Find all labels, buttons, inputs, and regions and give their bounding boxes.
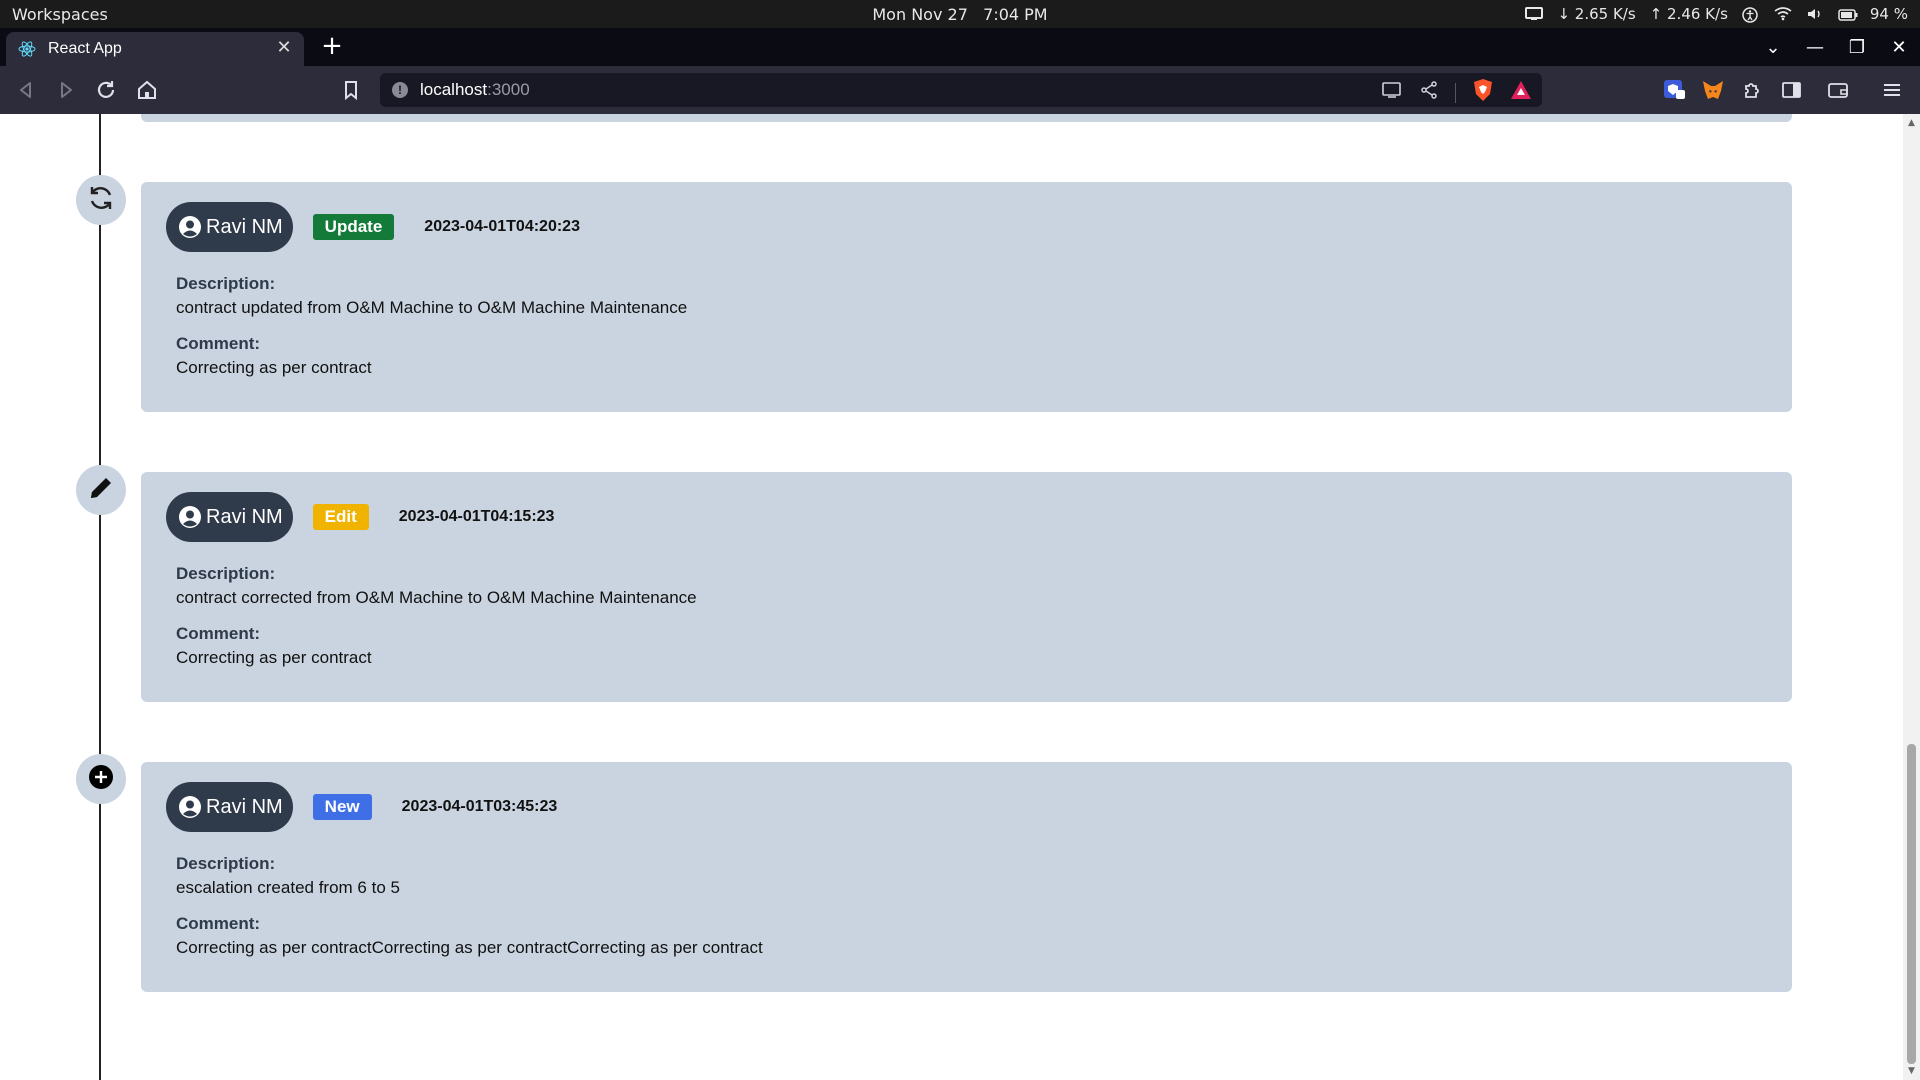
- window-controls: ⌄ — ❐ ✕: [1752, 28, 1920, 66]
- share-icon[interactable]: [1419, 80, 1439, 105]
- status-badge: Update: [312, 214, 395, 240]
- metamask-extension-icon[interactable]: [1701, 78, 1725, 102]
- user-name: Ravi NM: [206, 795, 283, 818]
- forward-icon[interactable]: [54, 78, 78, 102]
- net-up: ↑ 2.46 K/s: [1649, 5, 1728, 23]
- home-icon[interactable]: [135, 78, 159, 102]
- pencil-icon: [86, 473, 116, 507]
- timestamp: 2023-04-01T03:45:23: [401, 798, 558, 815]
- url-port: :3000: [487, 80, 530, 99]
- user-chip[interactable]: Ravi NM: [166, 782, 293, 832]
- refresh-icon: [86, 183, 116, 217]
- description-label: Description:: [176, 274, 276, 293]
- user-avatar-icon: [178, 215, 202, 239]
- tab-list-chevron-icon[interactable]: ⌄: [1752, 37, 1794, 58]
- battery-icon[interactable]: [1838, 7, 1858, 21]
- accessibility-icon[interactable]: [1742, 7, 1760, 23]
- description-text: escalation created from 6 to 5: [176, 878, 400, 897]
- status-badge: Edit: [312, 504, 369, 530]
- brave-rewards-icon[interactable]: [1510, 80, 1532, 105]
- user-chip[interactable]: Ravi NM: [166, 202, 293, 252]
- card-header: Ravi NM Update 2023-04-01T04:20:23: [166, 202, 580, 252]
- previous-timeline-card: [141, 114, 1792, 122]
- page-content: Ravi NM Update 2023-04-01T04:20:23 Descr…: [0, 114, 1903, 1080]
- user-chip[interactable]: Ravi NM: [166, 492, 293, 542]
- restore-window-icon[interactable]: ❐: [1836, 37, 1878, 58]
- tab-react-app[interactable]: React App ✕: [6, 32, 304, 66]
- address-bar[interactable]: ! localhost:3000: [380, 73, 1542, 107]
- net-down: ↓ 2.65 K/s: [1557, 5, 1636, 23]
- menu-hamburger-icon[interactable]: [1880, 78, 1904, 102]
- sidebar-toggle-icon[interactable]: [1780, 78, 1804, 102]
- volume-icon[interactable]: [1806, 7, 1824, 21]
- react-logo-icon: [18, 40, 36, 58]
- tab-strip: React App ✕ + ⌄ — ❐ ✕: [0, 28, 1920, 66]
- timeline-card: Ravi NM Edit 2023-04-01T04:15:23 Descrip…: [141, 472, 1792, 702]
- description-label: Description:: [176, 564, 276, 583]
- screen-share-icon[interactable]: [1525, 7, 1544, 21]
- timeline-line: [99, 114, 101, 1080]
- browser-toolbar: ! localhost:3000: [0, 66, 1920, 114]
- back-icon[interactable]: [14, 78, 38, 102]
- comment-text: Correcting as per contract: [176, 358, 372, 377]
- user-avatar-icon: [178, 505, 202, 529]
- system-tray: ↓ 2.65 K/s ↑ 2.46 K/s 94 %: [1525, 5, 1908, 23]
- site-info-icon[interactable]: !: [392, 82, 408, 98]
- description-text: contract corrected from O&M Machine to O…: [176, 588, 697, 607]
- scroll-down-arrow-icon[interactable]: ▼: [1907, 1066, 1916, 1076]
- user-name: Ravi NM: [206, 505, 283, 528]
- timeline-card: Ravi NM New 2023-04-01T03:45:23 Descript…: [141, 762, 1792, 992]
- description-text: contract updated from O&M Machine to O&M…: [176, 298, 688, 317]
- battery-percent: 94 %: [1869, 5, 1908, 23]
- tab-title: React App: [48, 40, 122, 57]
- close-tab-icon[interactable]: ✕: [274, 38, 294, 58]
- minimize-window-icon[interactable]: —: [1794, 37, 1836, 58]
- bitwarden-extension-icon[interactable]: [1662, 78, 1686, 102]
- timestamp: 2023-04-01T04:20:23: [424, 218, 580, 235]
- user-avatar-icon: [178, 795, 202, 819]
- description-label: Description:: [176, 854, 276, 873]
- brave-shields-icon[interactable]: [1472, 78, 1494, 107]
- scrollbar-thumb[interactable]: [1907, 744, 1916, 1064]
- reload-icon[interactable]: [94, 78, 118, 102]
- comment-label: Comment:: [176, 624, 261, 643]
- card-header: Ravi NM New 2023-04-01T03:45:23: [166, 782, 557, 832]
- timeline-marker-edit: [76, 465, 126, 515]
- comment-text: Correcting as per contract: [176, 648, 372, 667]
- new-tab-button[interactable]: +: [318, 32, 346, 60]
- workspaces-button[interactable]: Workspaces: [12, 5, 108, 24]
- cast-icon[interactable]: [1381, 80, 1403, 105]
- scroll-up-arrow-icon[interactable]: ▲: [1907, 118, 1916, 128]
- card-header: Ravi NM Edit 2023-04-01T04:15:23: [166, 492, 554, 542]
- bookmark-icon[interactable]: [339, 78, 363, 102]
- user-name: Ravi NM: [206, 215, 283, 238]
- timeline-marker-update: [76, 175, 126, 225]
- timeline-marker-new: [76, 754, 126, 804]
- timestamp: 2023-04-01T04:15:23: [398, 508, 555, 525]
- timeline-card: Ravi NM Update 2023-04-01T04:20:23 Descr…: [141, 182, 1792, 412]
- page-scrollbar[interactable]: ▲ ▼: [1903, 114, 1920, 1080]
- plus-circle-icon: [87, 763, 115, 795]
- wallet-icon[interactable]: [1826, 78, 1850, 102]
- url-host: localhost: [420, 80, 488, 99]
- comment-text: Correcting as per contractCorrecting as …: [176, 938, 763, 957]
- clock-date: Mon Nov 27: [872, 4, 968, 24]
- close-window-icon[interactable]: ✕: [1878, 37, 1920, 58]
- status-badge: New: [312, 794, 372, 820]
- os-top-bar: Workspaces Mon Nov 27 7:04 PM ↓ 2.65 K/s…: [0, 0, 1920, 28]
- wifi-icon[interactable]: [1774, 7, 1792, 21]
- clock-time: 7:04 PM: [983, 4, 1048, 24]
- comment-label: Comment:: [176, 334, 261, 353]
- url-text: localhost:3000: [420, 80, 530, 100]
- extensions-puzzle-icon[interactable]: [1741, 78, 1765, 102]
- divider: [1455, 82, 1456, 103]
- comment-label: Comment:: [176, 914, 261, 933]
